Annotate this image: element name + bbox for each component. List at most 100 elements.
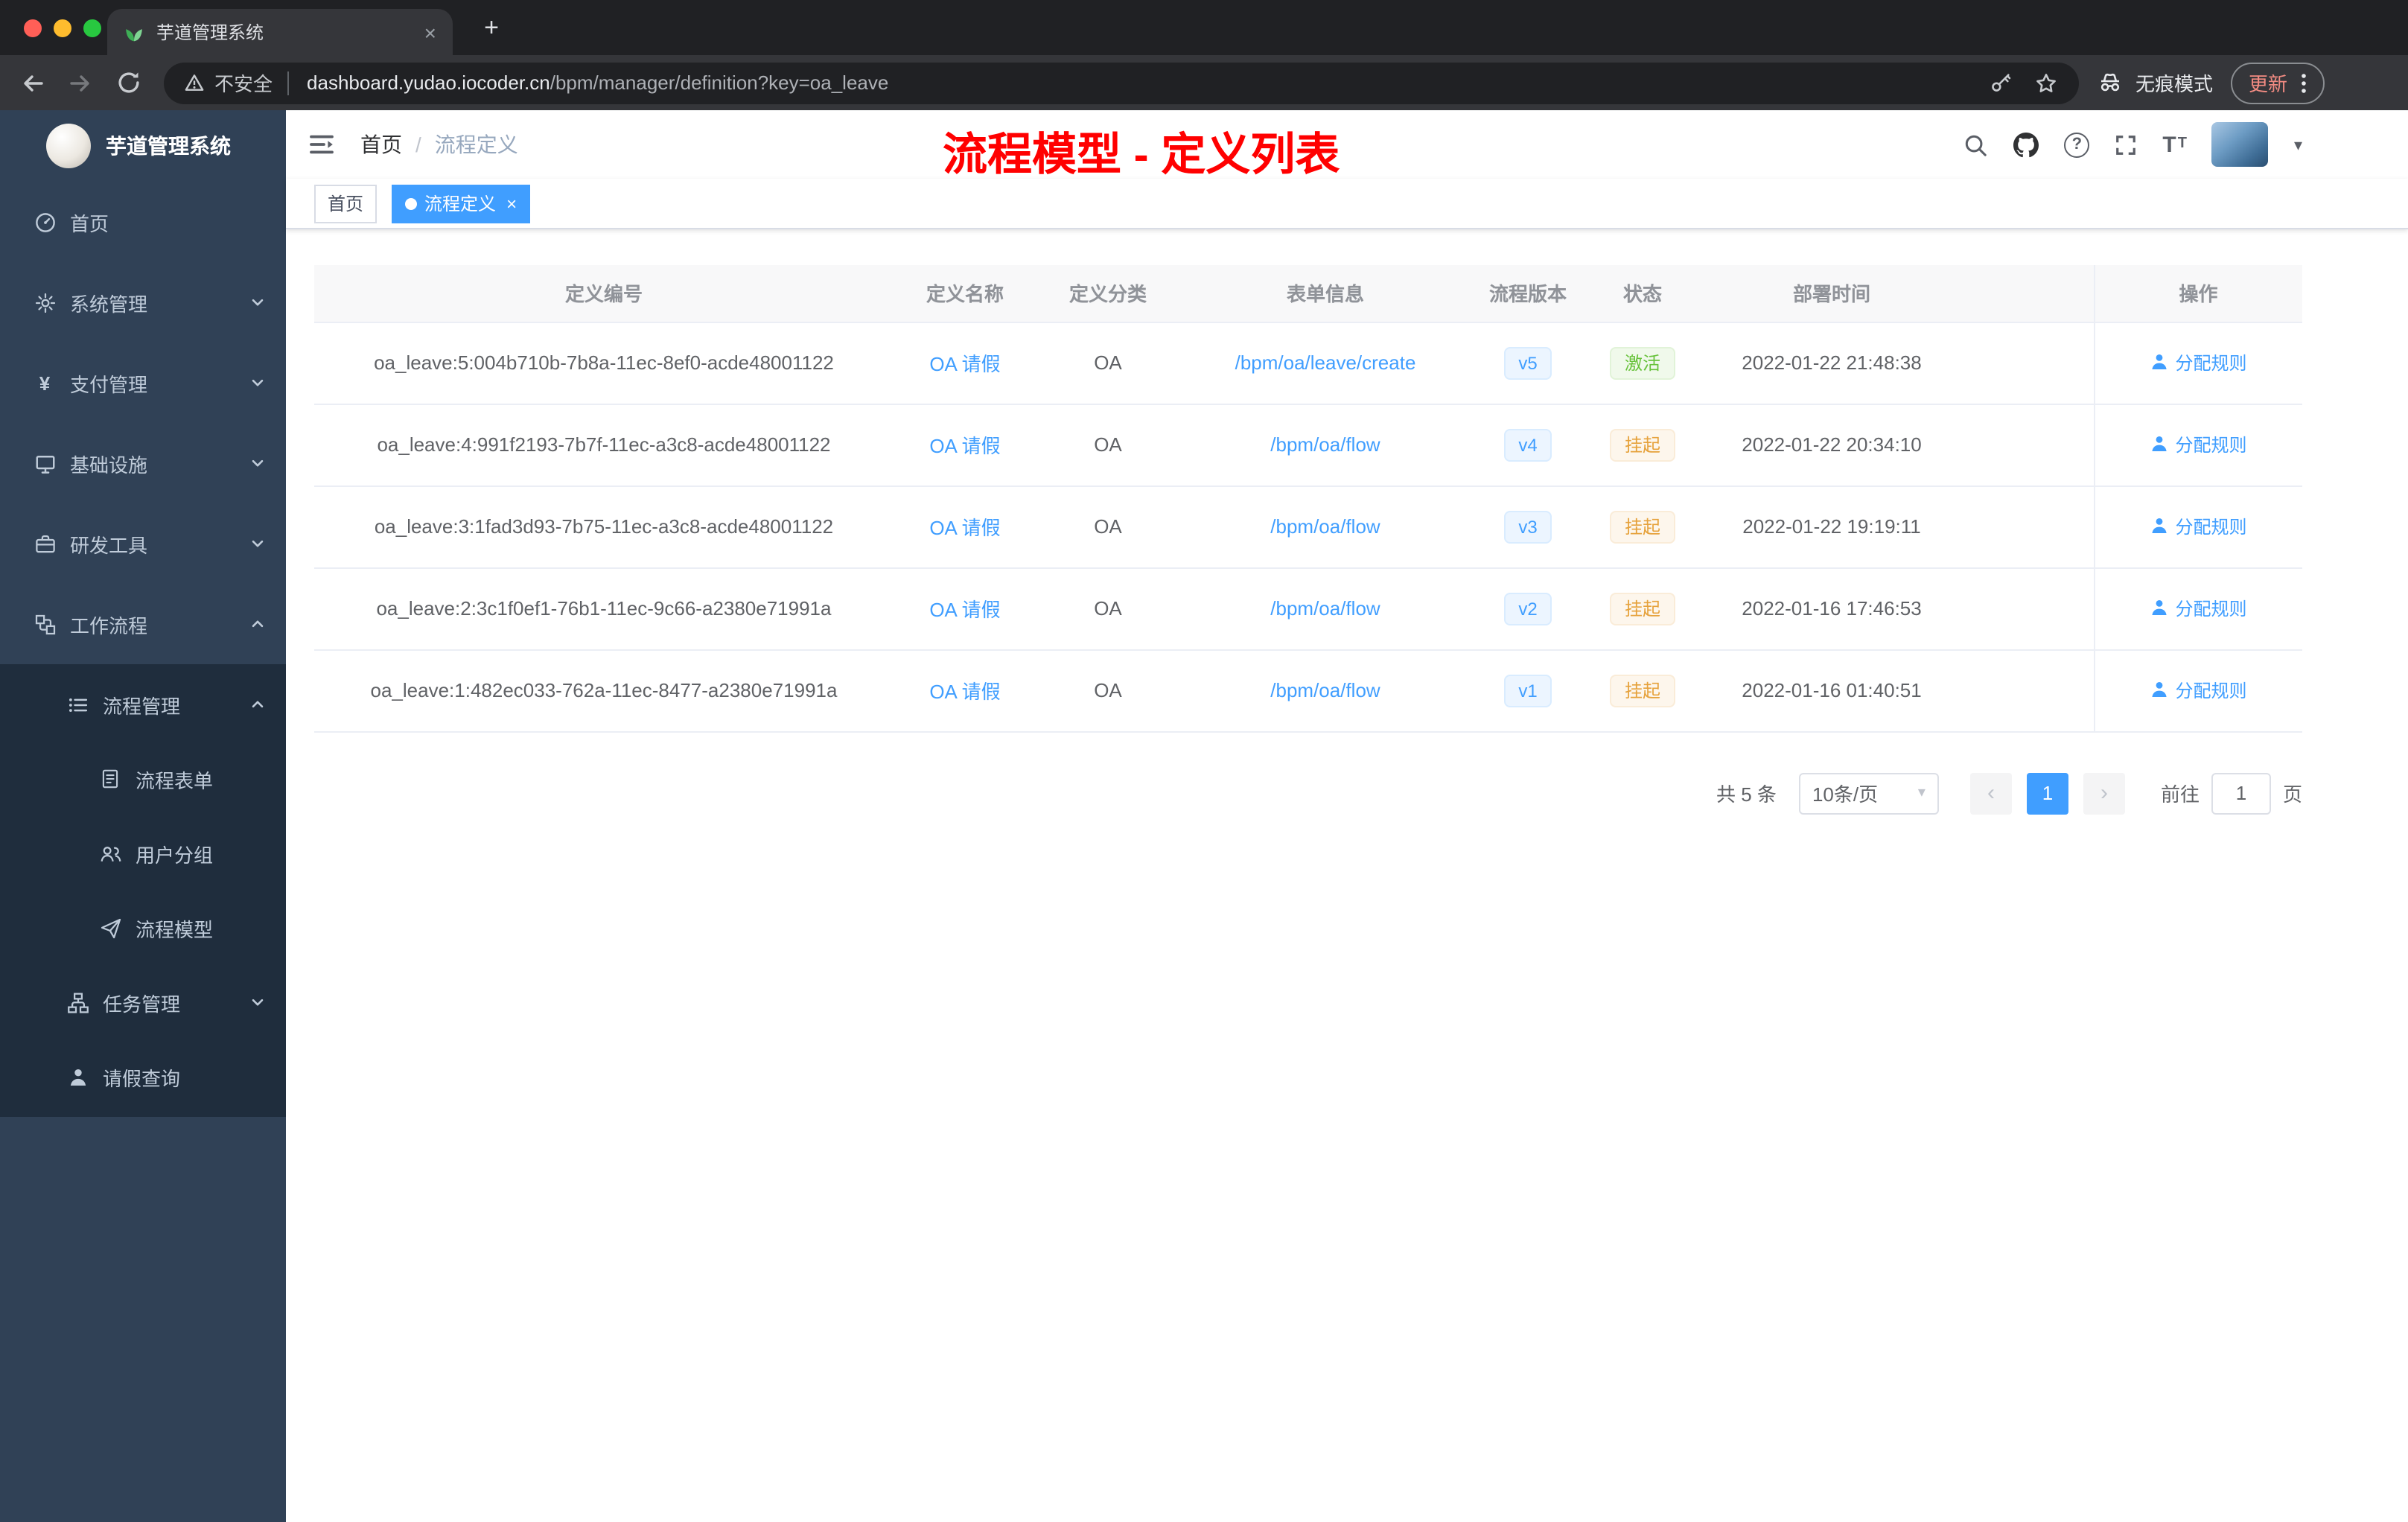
assign-rule-button[interactable]: 分配规则 [2150,432,2247,457]
form-info-link[interactable]: /bpm/oa/flow [1270,679,1380,701]
column-header: 定义分类 [1036,265,1179,322]
page-size-select[interactable]: 10条/页 ▾ [1798,772,1939,814]
tag-home[interactable]: 首页 [314,184,378,223]
sidebar-item-label: 任务管理 [103,993,181,1015]
tab-close-icon[interactable]: × [424,22,436,42]
minimize-window-button[interactable] [54,19,71,37]
logo-avatar [46,124,91,168]
password-key-icon[interactable] [1990,71,2012,94]
github-icon[interactable] [2013,132,2039,157]
url-path: /bpm/manager/definition?key=oa_leave [550,71,889,94]
table-row: oa_leave:4:991f2193-7b7f-11ec-a3c8-acde4… [314,404,2302,486]
cell-filler [1963,567,2094,650]
navbar: 首页 / 流程定义 流程模型 - 定义列表 ? TT ▾ [286,110,2408,180]
sidebar-item-label: 工作流程 [70,614,148,637]
form-info-link[interactable]: /bpm/oa/flow [1270,515,1380,538]
breadcrumb-home[interactable]: 首页 [360,130,402,159]
forward-button[interactable] [60,62,101,104]
form-info-link[interactable]: /bpm/oa/leave/create [1235,351,1416,374]
sidebar-item-process-management[interactable]: 流程管理 [0,667,286,742]
chevron-up-icon [250,697,265,712]
sidebar-item-user-group[interactable]: 用户分组 [0,816,286,891]
security-label: 不安全 [214,73,273,95]
user-icon [2151,354,2167,370]
tools-icon [33,532,57,555]
definition-name-link[interactable]: OA 请假 [929,599,1000,621]
question-icon[interactable]: ? [2064,132,2090,157]
sidebar-item-dev-tools[interactable]: 研发工具 [0,503,286,584]
definition-name-link[interactable]: OA 请假 [929,435,1000,457]
sidebar-item-label: 请假查询 [103,1067,181,1089]
cell-filler [1963,322,2094,404]
chevron-down-icon [250,295,265,310]
divider [287,71,290,95]
status-badge: 挂起 [1609,428,1675,461]
assign-rule-button[interactable]: 分配规则 [2150,596,2247,621]
chevron-up-icon [250,617,265,631]
cell-deploy-time: 2022-01-22 20:34:10 [1701,404,1963,486]
definition-name-link[interactable]: OA 请假 [929,517,1000,539]
assign-rule-button[interactable]: 分配规则 [2150,350,2247,375]
back-button[interactable] [12,62,54,104]
cell-category: OA [1036,485,1179,568]
next-page-button[interactable]: › [2083,772,2125,814]
sidebar-item-payment-management[interactable]: ¥ 支付管理 [0,343,286,423]
process-list-icon [66,693,89,716]
assign-rule-button[interactable]: 分配规则 [2150,514,2247,539]
select-caret-icon: ▾ [1917,785,1926,801]
table-row: oa_leave:1:482ec033-762a-11ec-8477-a2380… [314,649,2302,732]
browser-tab[interactable]: 芋道管理系统 × [107,9,453,55]
user-icon [2151,682,2167,698]
tag-process-definition[interactable]: 流程定义 × [392,184,531,223]
active-dot [405,197,418,209]
sidebar-item-workflow[interactable]: 工作流程 [0,584,286,664]
fullscreen-icon[interactable] [2115,133,2137,156]
sidebar-item-process-form[interactable]: 流程表单 [0,742,286,816]
form-info-link[interactable]: /bpm/oa/flow [1270,433,1380,456]
app-root: 芋道管理系统 首页 系统管理 ¥ 支付管理 基础设施 研发工具 工作流程 流程管… [0,110,2408,1522]
breadcrumb-current: 流程定义 [434,133,518,156]
definition-name-link[interactable]: OA 请假 [929,681,1000,703]
reload-button[interactable] [107,62,149,104]
sidebar-item-label: 系统管理 [70,293,148,315]
browser-tab-strip: 芋道管理系统 × + [0,0,2408,55]
sidebar-item-infrastructure[interactable]: 基础设施 [0,423,286,503]
search-icon[interactable] [1963,132,1988,157]
form-icon [98,768,122,789]
incognito-badge: 无痕模式 [2097,69,2213,97]
goto-page-input[interactable] [2211,772,2271,814]
form-info-link[interactable]: /bpm/oa/flow [1270,597,1380,620]
zoom-window-button[interactable] [83,19,101,37]
font-size-icon[interactable]: TT [2162,133,2187,156]
sidebar-item-leave-query[interactable]: 请假查询 [0,1039,286,1114]
prev-page-button[interactable]: ‹ [1969,772,2012,814]
address-bar[interactable]: 不安全 dashboard.yudao.iocoder.cn/bpm/manag… [164,62,2079,104]
sidebar-item-system-management[interactable]: 系统管理 [0,262,286,343]
assign-rule-button[interactable]: 分配规则 [2150,678,2247,703]
definition-name-link[interactable]: OA 请假 [929,353,1000,375]
paper-plane-icon [98,917,122,939]
sidebar-item-task-management[interactable]: 任务管理 [0,965,286,1039]
close-window-button[interactable] [24,19,42,37]
sidebar-item-label: 基础设施 [70,453,148,476]
cell-deploy-time: 2022-01-22 19:19:11 [1701,485,1963,568]
sidebar-item-process-model[interactable]: 流程模型 [0,891,286,965]
bookmark-star-icon[interactable] [2034,71,2058,95]
url-domain: dashboard.yudao.iocoder.cn [307,71,550,94]
cell-filler [1963,485,2094,568]
user-avatar[interactable] [2211,122,2269,167]
version-badge: v3 [1503,510,1552,543]
hamburger-button[interactable] [298,121,345,168]
sidebar-item-home[interactable]: 首页 [0,182,286,262]
tags-view: 首页 流程定义 × [286,179,2408,229]
new-tab-button[interactable]: + [474,12,509,45]
tag-close-icon[interactable]: × [506,193,517,214]
more-menu-icon[interactable] [2301,72,2307,93]
update-button[interactable]: 更新 [2230,62,2325,104]
goto-page: 前往 页 [2161,772,2302,814]
chevron-down-icon [250,375,265,390]
page-1-button[interactable]: 1 [2026,772,2068,814]
security-warning-icon[interactable] [185,73,204,92]
column-header: 操作 [2093,265,2302,322]
cell-definition-id: oa_leave:5:004b710b-7b8a-11ec-8ef0-acde4… [314,322,894,404]
